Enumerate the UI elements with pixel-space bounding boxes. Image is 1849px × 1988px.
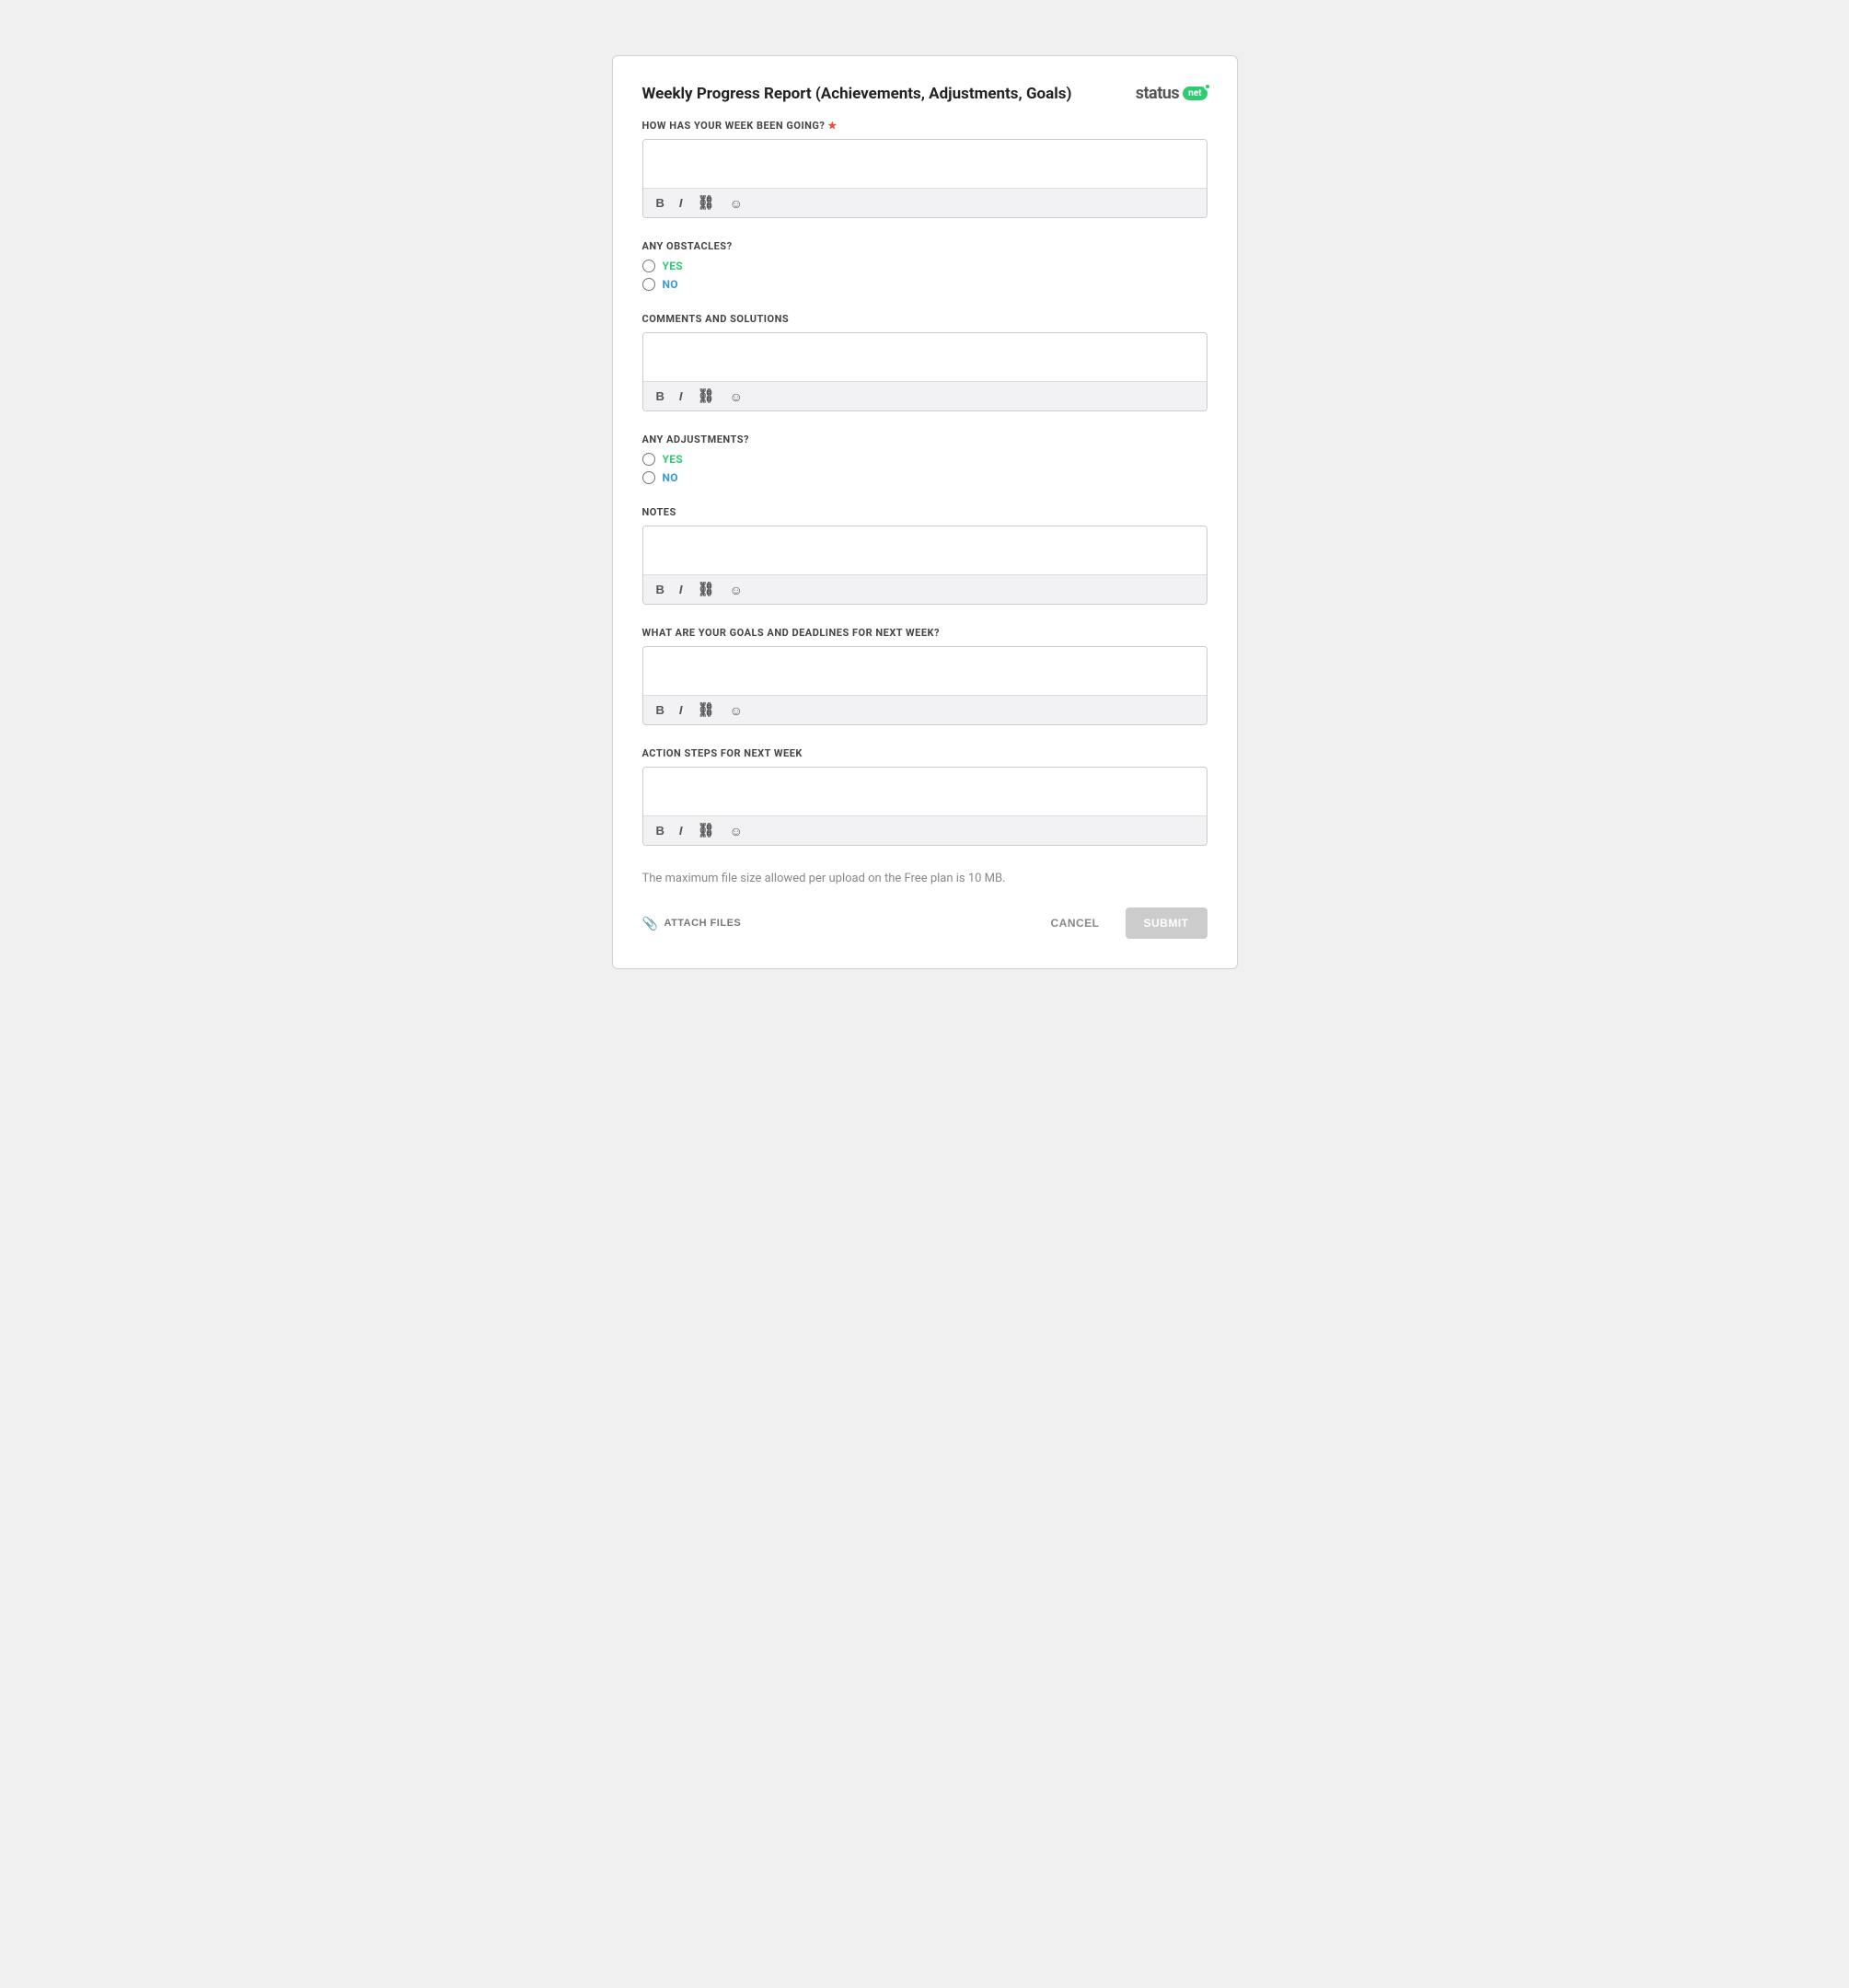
- bold-btn-4[interactable]: B: [653, 702, 668, 718]
- textarea-week-going[interactable]: [643, 140, 1207, 188]
- editor-week-going: B I ⛓ ☺: [642, 139, 1208, 218]
- radio-input-obstacles-no[interactable]: [642, 278, 655, 291]
- section-label-week-going: HOW HAS YOUR WEEK BEEN GOING?★: [642, 120, 1208, 132]
- link-btn-5[interactable]: ⛓: [694, 822, 719, 839]
- radio-label-obstacles-no: NO: [663, 278, 678, 291]
- toolbar-goals: B I ⛓ ☺: [643, 695, 1207, 724]
- radio-obstacles-no[interactable]: NO: [642, 278, 1208, 291]
- editor-action-steps: B I ⛓ ☺: [642, 767, 1208, 846]
- section-notes: NOTES B I ⛓ ☺: [642, 506, 1208, 605]
- emoji-btn-1[interactable]: ☺: [726, 195, 746, 212]
- cancel-button[interactable]: CANCEL: [1040, 909, 1111, 937]
- bold-btn-3[interactable]: B: [653, 582, 668, 597]
- toolbar-comments: B I ⛓ ☺: [643, 381, 1207, 410]
- footer-actions: CANCEL SUBMIT: [1040, 907, 1208, 939]
- section-label-comments: COMMENTS AND SOLUTIONS: [642, 313, 1208, 325]
- section-label-notes: NOTES: [642, 506, 1208, 518]
- form-container: Weekly Progress Report (Achievements, Ad…: [612, 55, 1238, 969]
- emoji-btn-2[interactable]: ☺: [726, 388, 746, 405]
- textarea-action-steps[interactable]: [643, 768, 1207, 815]
- italic-btn-4[interactable]: I: [676, 702, 687, 718]
- link-btn-4[interactable]: ⛓: [694, 701, 719, 719]
- link-btn-2[interactable]: ⛓: [694, 387, 719, 405]
- radio-label-adjustments-no: NO: [663, 471, 678, 484]
- form-footer: 📎 ATTACH FILES CANCEL SUBMIT: [642, 900, 1208, 939]
- link-btn-1[interactable]: ⛓: [694, 194, 719, 212]
- form-header: Weekly Progress Report (Achievements, Ad…: [642, 84, 1208, 103]
- bold-btn-5[interactable]: B: [653, 823, 668, 838]
- attach-files-button[interactable]: 📎 ATTACH FILES: [642, 916, 742, 931]
- radio-obstacles-yes[interactable]: YES: [642, 260, 1208, 272]
- radio-input-obstacles-yes[interactable]: [642, 260, 655, 272]
- section-label-obstacles: ANY OBSTACLES?: [642, 240, 1208, 252]
- radio-adjustments-yes[interactable]: YES: [642, 453, 1208, 466]
- logo-badge: net: [1183, 87, 1207, 100]
- radio-input-adjustments-no[interactable]: [642, 471, 655, 484]
- logo-status-text: status: [1136, 84, 1179, 103]
- editor-goals: B I ⛓ ☺: [642, 646, 1208, 725]
- radio-label-obstacles-yes: YES: [663, 260, 683, 272]
- italic-btn-5[interactable]: I: [676, 823, 687, 838]
- logo-area: status net: [1136, 84, 1208, 103]
- required-star: ★: [827, 120, 837, 132]
- bold-btn-1[interactable]: B: [653, 195, 668, 211]
- section-adjustments: ANY ADJUSTMENTS? YES NO: [642, 433, 1208, 484]
- textarea-goals[interactable]: [643, 647, 1207, 695]
- paperclip-icon: 📎: [642, 916, 659, 931]
- submit-button[interactable]: SUBMIT: [1126, 907, 1208, 939]
- section-label-adjustments: ANY ADJUSTMENTS?: [642, 433, 1208, 445]
- section-week-going: HOW HAS YOUR WEEK BEEN GOING?★ B I ⛓ ☺: [642, 120, 1208, 218]
- italic-btn-2[interactable]: I: [676, 388, 687, 404]
- italic-btn-3[interactable]: I: [676, 582, 687, 597]
- textarea-notes[interactable]: [643, 526, 1207, 574]
- attach-label: ATTACH FILES: [664, 918, 741, 929]
- section-action-steps: ACTION STEPS FOR NEXT WEEK B I ⛓ ☺: [642, 747, 1208, 846]
- emoji-btn-3[interactable]: ☺: [726, 582, 746, 598]
- toolbar-action-steps: B I ⛓ ☺: [643, 815, 1207, 845]
- emoji-btn-4[interactable]: ☺: [726, 702, 746, 719]
- toolbar-notes: B I ⛓ ☺: [643, 574, 1207, 604]
- italic-btn-1[interactable]: I: [676, 195, 687, 211]
- radio-group-obstacles: YES NO: [642, 260, 1208, 291]
- section-goals-deadlines: WHAT ARE YOUR GOALS AND DEADLINES FOR NE…: [642, 627, 1208, 725]
- radio-label-adjustments-yes: YES: [663, 453, 683, 466]
- toolbar-week-going: B I ⛓ ☺: [643, 188, 1207, 217]
- file-size-notice: The maximum file size allowed per upload…: [642, 868, 1208, 885]
- section-obstacles: ANY OBSTACLES? YES NO: [642, 240, 1208, 291]
- radio-group-adjustments: YES NO: [642, 453, 1208, 484]
- section-comments-solutions: COMMENTS AND SOLUTIONS B I ⛓ ☺: [642, 313, 1208, 411]
- editor-comments: B I ⛓ ☺: [642, 332, 1208, 411]
- editor-notes: B I ⛓ ☺: [642, 526, 1208, 605]
- form-title: Weekly Progress Report (Achievements, Ad…: [642, 85, 1072, 103]
- logo-dot: [1204, 83, 1211, 90]
- radio-input-adjustments-yes[interactable]: [642, 453, 655, 466]
- section-label-action-steps: ACTION STEPS FOR NEXT WEEK: [642, 747, 1208, 759]
- emoji-btn-5[interactable]: ☺: [726, 823, 746, 839]
- radio-adjustments-no[interactable]: NO: [642, 471, 1208, 484]
- textarea-comments[interactable]: [643, 333, 1207, 381]
- bold-btn-2[interactable]: B: [653, 388, 668, 404]
- link-btn-3[interactable]: ⛓: [694, 581, 719, 598]
- section-label-goals: WHAT ARE YOUR GOALS AND DEADLINES FOR NE…: [642, 627, 1208, 639]
